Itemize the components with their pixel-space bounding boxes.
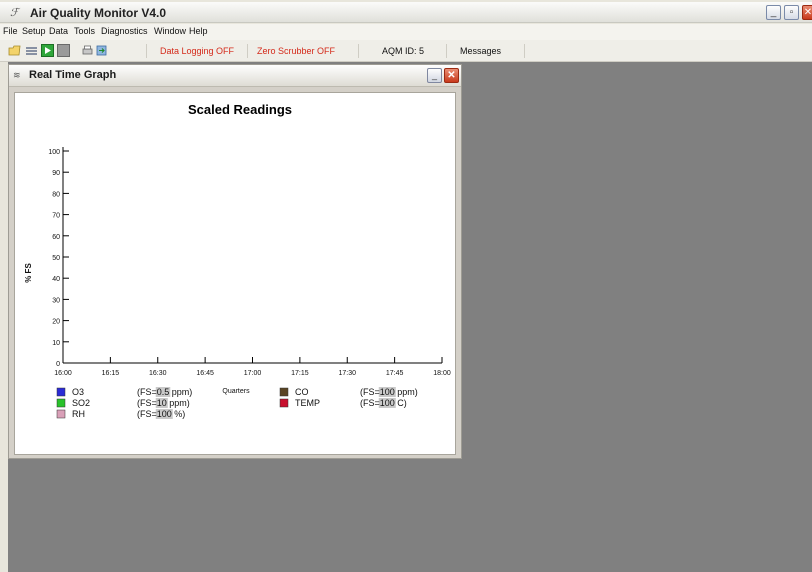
legend-fs-unit: ppm)	[167, 398, 190, 408]
legend-fs-so2: (FS=10 ppm)	[137, 398, 190, 408]
graph-icon[interactable]	[25, 44, 38, 57]
open-folder-icon[interactable]	[8, 44, 21, 57]
menu-diagnostics[interactable]: Diagnostics	[101, 26, 148, 36]
y-tick-label: 20	[52, 319, 60, 326]
legend-fs-unit: ppm)	[395, 387, 418, 397]
y-tick-label: 70	[52, 213, 60, 220]
aqm-id-label: AQM ID: 5	[382, 46, 425, 56]
graph-panel: Scaled Readings 0 10 20 30 40 50 60 70 80 90 100 16…	[14, 92, 456, 455]
legend-fs-prefix: (FS=	[137, 409, 157, 419]
legend-fs-value[interactable]: 0.5	[157, 387, 170, 397]
y-tick-label: 0	[56, 361, 60, 368]
legend-fs-temp: (FS=100 C)	[360, 398, 407, 408]
legend-name-o3: O3	[72, 387, 84, 397]
legend-fs-value[interactable]: 100	[157, 409, 172, 419]
play-icon[interactable]	[41, 44, 54, 57]
title-bar[interactable]: ℱ Air Quality Monitor V4.0 _ ▫ ✕	[0, 2, 812, 23]
toolbar: Data Logging OFF Zero Scrubber OFF AQM I…	[0, 40, 812, 62]
y-tick-label: 40	[52, 276, 60, 283]
toolbar-separator	[358, 44, 359, 58]
legend-fs-co: (FS=100 ppm)	[360, 387, 418, 397]
menu-setup[interactable]: Setup	[22, 26, 46, 36]
legend-swatch-o3	[56, 387, 66, 397]
chart-title: Scaled Readings	[188, 102, 292, 117]
legend-fs-rh: (FS=100 %)	[137, 409, 185, 419]
legend-swatch-temp	[279, 398, 289, 408]
export-icon[interactable]	[95, 44, 108, 57]
x-tick-label: 17:15	[291, 370, 309, 377]
minimize-button[interactable]: _	[766, 5, 781, 20]
graph-window-icon: ≋	[13, 70, 21, 80]
menu-window[interactable]: Window	[154, 26, 186, 36]
legend-fs-unit: C)	[395, 398, 407, 408]
y-axis-label: % FS	[24, 263, 33, 283]
x-tick-label: 17:45	[386, 370, 404, 377]
legend-fs-prefix: (FS=	[360, 398, 380, 408]
x-tick-label: 16:30	[149, 370, 167, 377]
legend-fs-value[interactable]: 100	[380, 398, 395, 408]
print-icon[interactable]	[81, 44, 94, 57]
data-logging-status[interactable]: Data Logging OFF	[160, 46, 234, 56]
y-tick-label: 100	[48, 149, 60, 156]
stop-icon[interactable]	[57, 44, 70, 57]
scaled-readings-chart: Scaled Readings 0 10 20 30 40 50 60 70 80 90 100 16…	[24, 102, 451, 419]
x-tick-label: 16:15	[102, 370, 120, 377]
menu-file[interactable]: File	[3, 26, 18, 36]
real-time-graph-window: ≋ Real Time Graph _ ✕ Scaled Readings 0 1…	[8, 64, 462, 459]
child-close-button[interactable]: ✕	[444, 68, 459, 83]
toolbar-separator	[446, 44, 447, 58]
legend-fs-prefix: (FS=	[137, 387, 157, 397]
toolbar-separator	[247, 44, 248, 58]
legend-fs-unit: %)	[172, 409, 186, 419]
x-axis-label: Quarters	[222, 388, 250, 395]
legend-swatch-rh	[56, 409, 66, 419]
app-window: ℱ Air Quality Monitor V4.0 _ ▫ ✕ File Se…	[0, 0, 812, 572]
legend-fs-prefix: (FS=	[360, 387, 380, 397]
y-tick-label: 80	[52, 191, 60, 198]
legend-swatch-so2	[56, 398, 66, 408]
child-minimize-button[interactable]: _	[427, 68, 442, 83]
zero-scrubber-status[interactable]: Zero Scrubber OFF	[257, 46, 335, 56]
y-tick-label: 50	[52, 255, 60, 262]
child-title-bar[interactable]: ≋ Real Time Graph _ ✕	[9, 65, 461, 87]
toolbar-separator	[146, 44, 147, 58]
menu-help[interactable]: Help	[189, 26, 208, 36]
toolbar-separator	[524, 44, 525, 58]
y-tick-label: 30	[52, 297, 60, 304]
axes: 0 10 20 30 40 50 60 70 80 90 100 16:00 16:15 16:30 16:…	[48, 147, 451, 377]
y-tick-label: 10	[52, 340, 60, 347]
legend-fs-o3: (FS=0.5 ppm)	[137, 387, 192, 397]
app-title: Air Quality Monitor V4.0	[30, 6, 167, 20]
x-tick-label: 17:00	[244, 370, 262, 377]
messages-button[interactable]: Messages	[460, 46, 501, 56]
legend-name-temp: TEMP	[295, 398, 320, 408]
legend-name-so2: SO2	[72, 398, 90, 408]
menu-data[interactable]: Data	[49, 26, 68, 36]
legend-name-rh: RH	[72, 409, 85, 419]
legend-fs-value[interactable]: 100	[380, 387, 395, 397]
legend-fs-unit: ppm)	[169, 387, 192, 397]
close-button[interactable]: ✕	[802, 5, 812, 20]
restore-button[interactable]: ▫	[784, 5, 799, 20]
x-tick-label: 16:00	[54, 370, 72, 377]
legend-fs-value[interactable]: 10	[157, 398, 167, 408]
legend-name-co: CO	[295, 387, 309, 397]
x-tick-label: 17:30	[338, 370, 356, 377]
x-tick-label: 18:00	[433, 370, 451, 377]
menu-tools[interactable]: Tools	[74, 26, 95, 36]
y-tick-label: 90	[52, 170, 60, 177]
legend-swatch-co	[279, 387, 289, 397]
y-tick-label: 60	[52, 234, 60, 241]
x-tick-label: 16:45	[196, 370, 214, 377]
menu-bar: File Setup Data Tools Diagnostics Window…	[0, 24, 812, 40]
child-window-title: Real Time Graph	[29, 69, 117, 81]
app-icon: ℱ	[10, 7, 19, 19]
legend-fs-prefix: (FS=	[137, 398, 157, 408]
